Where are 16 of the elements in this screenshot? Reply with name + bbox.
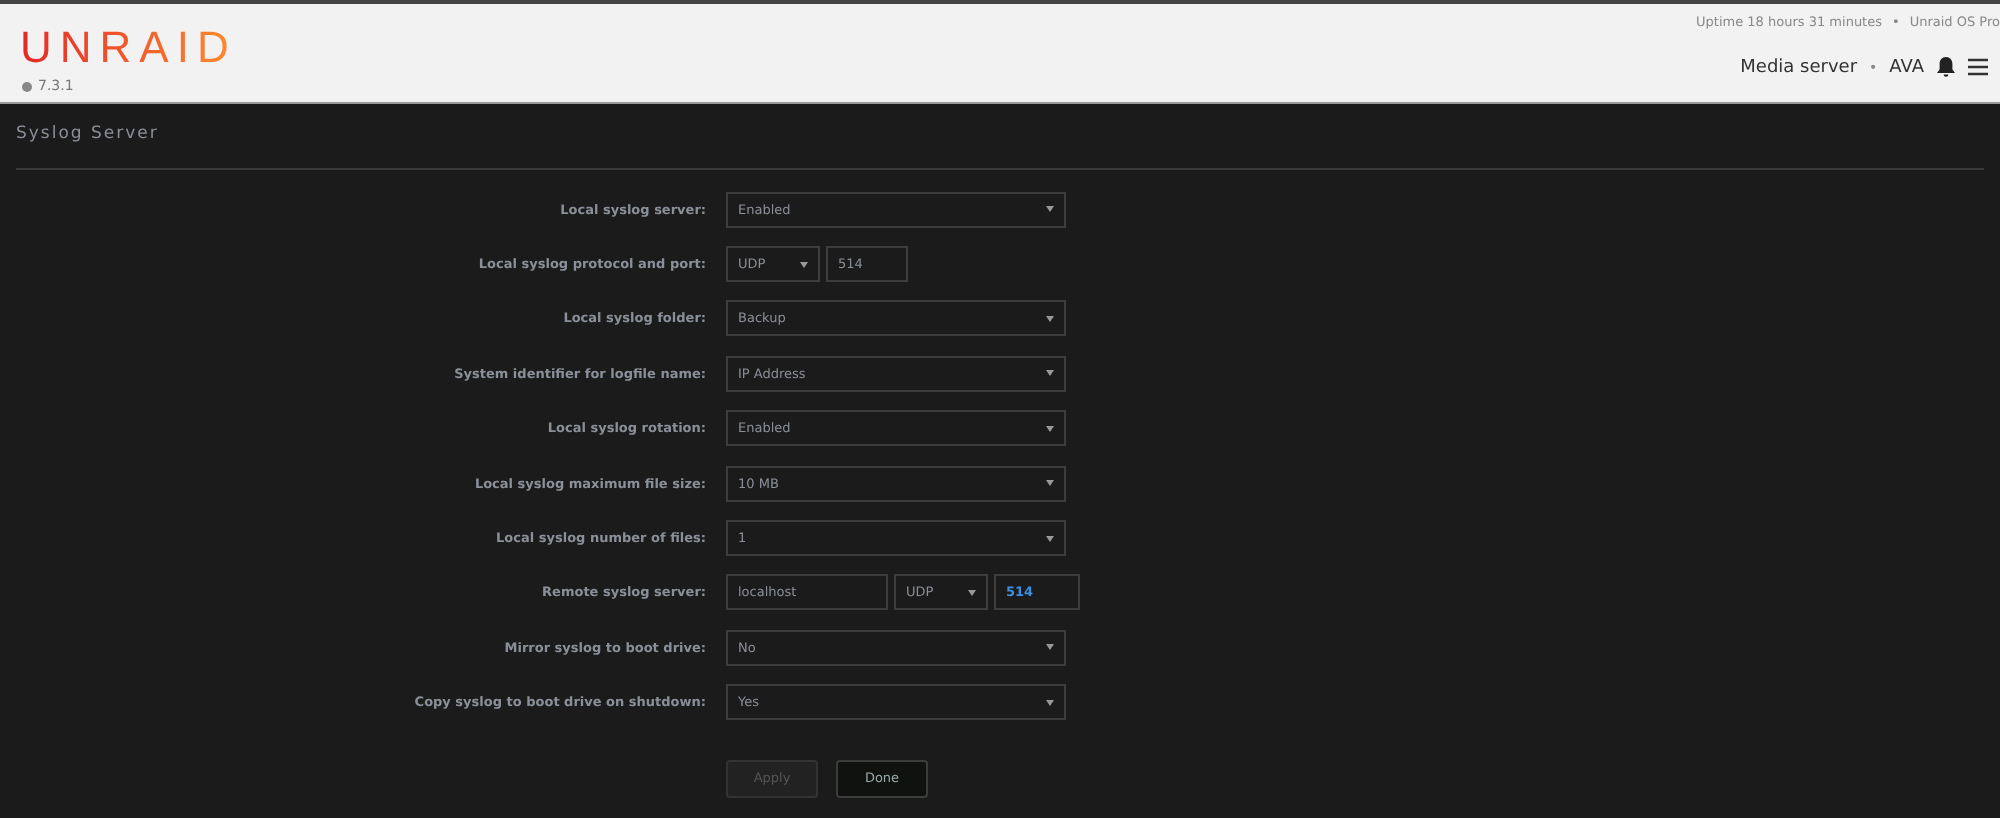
caret-icon bbox=[1046, 206, 1054, 213]
user-name: AVA bbox=[1889, 57, 1924, 77]
section-title: Syslog Server bbox=[16, 124, 159, 148]
caret-icon bbox=[1046, 699, 1054, 706]
caret-icon bbox=[1046, 370, 1054, 377]
caret-icon bbox=[1046, 644, 1054, 651]
status-dot-icon bbox=[22, 81, 32, 91]
server-name: Media server bbox=[1740, 57, 1858, 77]
caret-icon bbox=[1046, 535, 1054, 542]
caret-icon bbox=[968, 589, 976, 596]
menu-icon[interactable] bbox=[1968, 58, 1988, 76]
bell-icon[interactable] bbox=[1936, 56, 1956, 78]
caret-icon bbox=[1046, 425, 1054, 432]
caret-icon bbox=[1046, 480, 1054, 487]
caret-icon bbox=[800, 261, 808, 268]
caret-icon bbox=[1046, 315, 1054, 322]
